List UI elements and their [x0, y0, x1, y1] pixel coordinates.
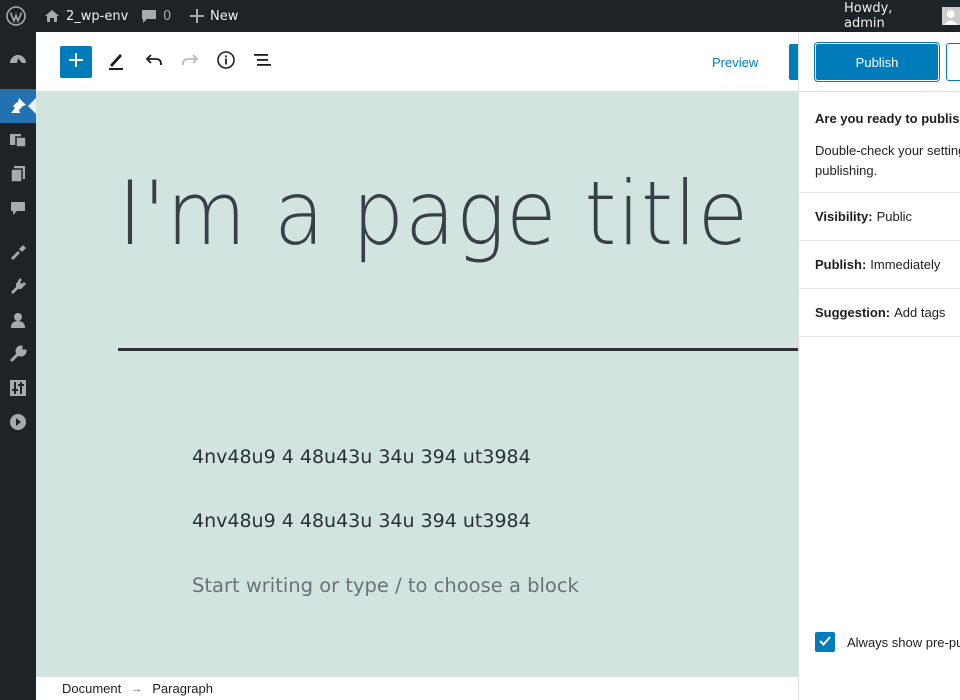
prepublish-header: Publish — [799, 32, 960, 92]
pages-icon[interactable] — [0, 157, 36, 191]
account-menu[interactable]: Howdy, admin — [844, 0, 960, 32]
admin-bar: 2_wp-env 0 New Howdy, admin — [0, 0, 960, 32]
publish-date-value: Immediately — [870, 257, 941, 272]
wordpress-logo-icon[interactable] — [6, 0, 26, 32]
breadcrumb-separator: → — [131, 682, 143, 695]
pencil-icon — [106, 50, 126, 74]
dashboard-icon[interactable] — [0, 43, 36, 77]
publish-date-label: Publish: — [815, 257, 867, 272]
comments-link[interactable]: 0 — [141, 0, 171, 32]
users-icon[interactable] — [0, 303, 36, 337]
list-view-icon — [252, 50, 272, 74]
separator-block[interactable] — [118, 348, 798, 351]
media-icon[interactable] — [0, 123, 36, 157]
prepublish-title: Are you ready to publish? — [815, 111, 960, 126]
avatar — [942, 7, 960, 25]
paragraph-block[interactable]: 4nv48u9 4 48u43u 34u 394 ut3984 — [192, 446, 531, 468]
home-icon — [44, 8, 60, 24]
site-name: 2_wp-env — [66, 8, 129, 24]
site-name-link[interactable]: 2_wp-env — [44, 0, 128, 32]
posts-icon[interactable] — [0, 89, 36, 123]
tools-button[interactable] — [100, 46, 132, 78]
tools-icon[interactable] — [0, 337, 36, 371]
undo-icon — [144, 50, 164, 74]
block-placeholder[interactable]: Start writing or type / to choose a bloc… — [192, 574, 579, 597]
block-breadcrumb: Document → Paragraph — [36, 676, 798, 700]
paragraph-block[interactable]: 4nv48u9 4 48u43u 34u 394 ut3984 — [192, 510, 531, 532]
comments-icon[interactable] — [0, 191, 36, 225]
breadcrumb-document[interactable]: Document — [62, 681, 121, 696]
suggestion-row[interactable]: Suggestion: Add tags — [799, 289, 960, 337]
undo-button[interactable] — [138, 46, 170, 78]
visibility-row[interactable]: Visibility: Public — [799, 193, 960, 241]
visibility-value: Public — [876, 209, 912, 224]
always-show-checkbox[interactable] — [815, 632, 835, 652]
info-icon — [216, 50, 236, 74]
post-title[interactable]: I'm a page title — [118, 162, 749, 265]
greeting: Howdy, admin — [844, 1, 893, 31]
plugins-icon[interactable] — [0, 269, 36, 303]
list-view-button[interactable] — [246, 46, 278, 78]
plus-icon — [68, 52, 84, 72]
checkmark-icon — [817, 633, 833, 652]
new-label: New — [210, 8, 239, 24]
prepublish-description: Double-check your settings before publis… — [815, 143, 960, 178]
publish-date-row[interactable]: Publish: Immediately — [799, 241, 960, 289]
suggestion-value: Add tags — [894, 305, 946, 320]
details-button[interactable] — [210, 46, 242, 78]
suggestion-label: Suggestion: — [815, 305, 891, 320]
visibility-label: Visibility: — [815, 209, 873, 224]
preview-button[interactable]: Preview — [712, 32, 758, 92]
breadcrumb-paragraph[interactable]: Paragraph — [152, 681, 213, 696]
admin-menu — [0, 32, 36, 700]
cancel-button[interactable] — [946, 43, 960, 81]
redo-icon — [180, 50, 200, 74]
comment-count: 0 — [163, 8, 172, 24]
always-show-label: Always show pre-publish checks. — [847, 634, 960, 650]
editor-canvas: I'm a page title 4nv48u9 4 48u43u 34u 39… — [36, 92, 798, 676]
plus-icon — [190, 9, 204, 23]
new-content-link[interactable]: New — [190, 0, 238, 32]
appearance-icon[interactable] — [0, 235, 36, 269]
collapse-icon[interactable] — [0, 405, 36, 439]
comment-bubble-icon — [141, 8, 157, 24]
publish-button[interactable]: Publish — [814, 42, 940, 82]
settings-icon[interactable] — [0, 371, 36, 405]
prepublish-panel: Publish Are you ready to publish? Double… — [798, 32, 960, 700]
prepublish-intro: Are you ready to publish? Double-check y… — [799, 93, 960, 193]
block-inserter-button[interactable] — [60, 46, 92, 78]
redo-button[interactable] — [174, 46, 206, 78]
always-show-checks[interactable]: Always show pre-publish checks. — [815, 632, 960, 652]
